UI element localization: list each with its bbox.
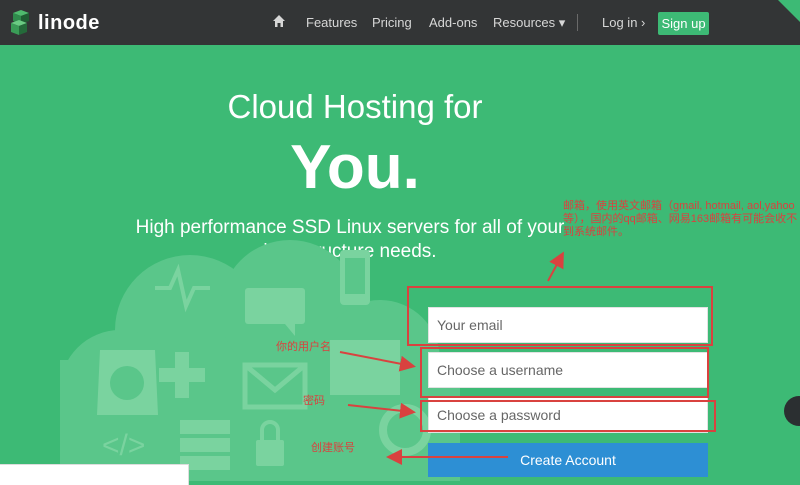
annotation-arrows xyxy=(339,251,564,465)
password-arrow xyxy=(347,402,416,419)
email-arrow xyxy=(547,251,564,282)
username-arrow xyxy=(339,351,416,372)
bottom-overlay-panel xyxy=(0,464,189,485)
